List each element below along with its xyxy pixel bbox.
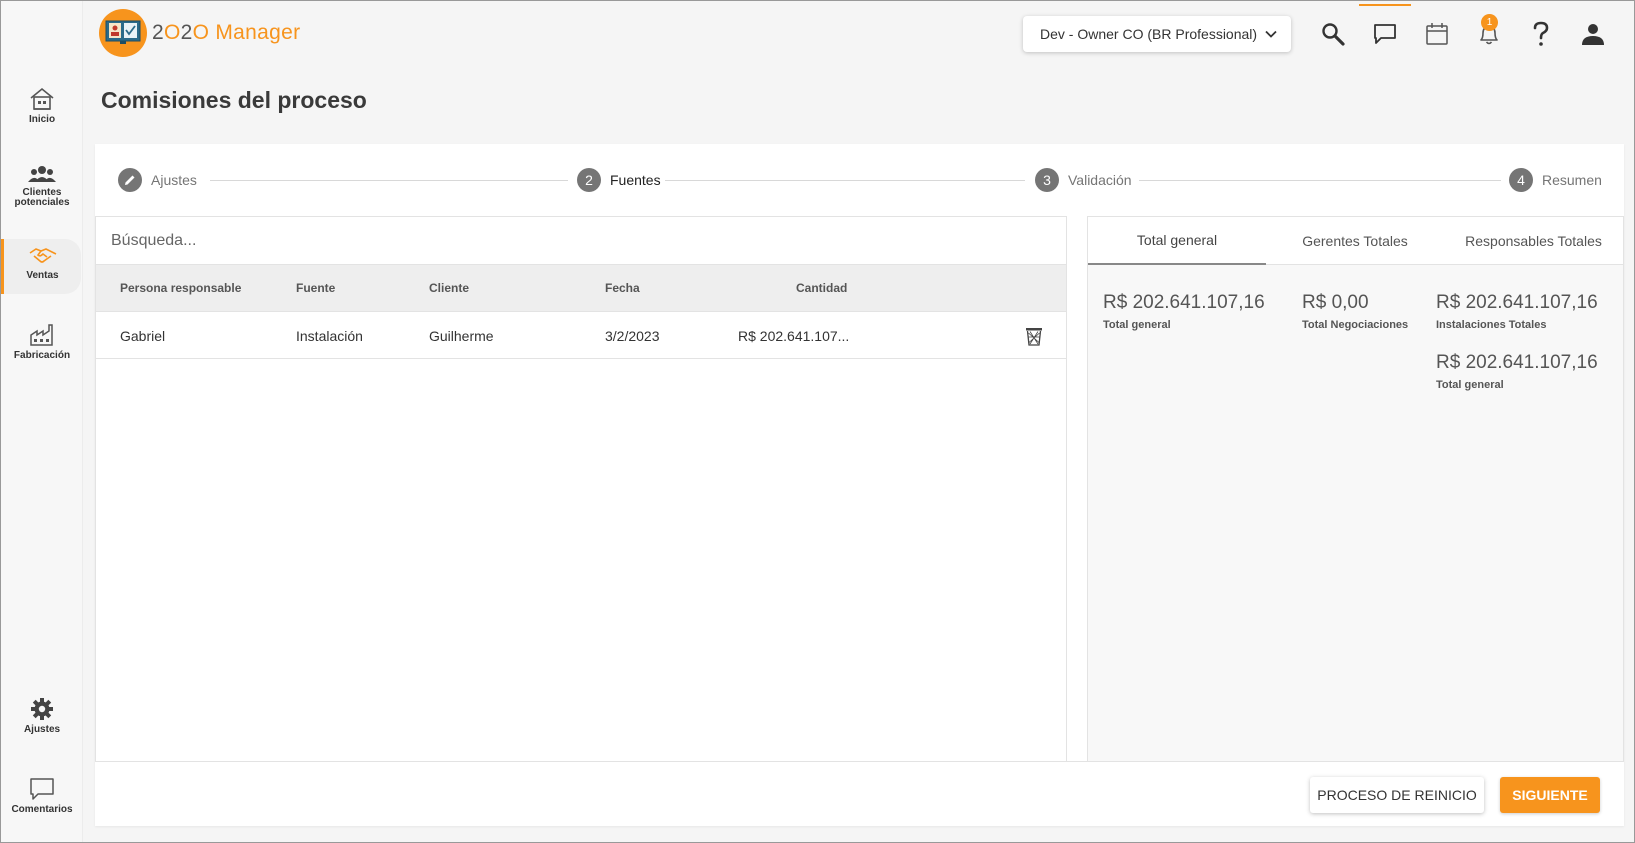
step-label: Fuentes (610, 172, 661, 188)
notification-badge: 1 (1481, 14, 1498, 31)
totals-panel: Total general Gerentes Totales Responsab… (1087, 216, 1624, 761)
sidebar-item-comentarios[interactable]: Comentarios (1, 777, 83, 815)
sidebar-item-label: Ventas (26, 270, 59, 281)
cell-fecha: 3/2/2023 (605, 328, 660, 344)
step-number: 3 (1035, 168, 1059, 192)
total-item: R$ 202.641.107,16 Instalaciones Totales (1436, 292, 1598, 331)
company-selector[interactable]: Dev - Owner CO (BR Professional) (1023, 16, 1291, 52)
cell-persona: Gabriel (120, 328, 166, 344)
handshake-icon (29, 245, 57, 267)
gear-icon (30, 697, 54, 721)
total-item: R$ 202.641.107,16 Total general (1436, 352, 1598, 391)
total-label: Instalaciones Totales (1436, 319, 1547, 331)
sidebar-item-inicio[interactable]: Inicio (1, 87, 83, 125)
process-card: Ajustes 2 Fuentes 3 Validación 4 Resumen… (95, 144, 1624, 826)
search-input[interactable] (96, 217, 1066, 265)
user-icon[interactable] (1578, 19, 1608, 49)
step-connector (210, 180, 568, 181)
tab-responsables-totales[interactable]: Responsables Totales (1444, 217, 1623, 265)
step-label: Resumen (1542, 172, 1602, 188)
step-resumen[interactable]: 4 Resumen (1509, 168, 1602, 192)
app-logo[interactable]: 2O2O Manager (99, 9, 300, 57)
factory-icon (29, 323, 55, 347)
logo-badge-icon (99, 9, 147, 57)
column-header[interactable]: Cliente (429, 281, 469, 295)
step-connector (1139, 180, 1501, 181)
cell-cantidad: R$ 202.641.107... (738, 328, 850, 344)
search-icon[interactable] (1318, 19, 1348, 49)
step-label: Ajustes (151, 172, 197, 188)
sidebar-item-label: Comentarios (11, 804, 73, 815)
step-fuentes[interactable]: 2 Fuentes (577, 168, 661, 192)
comment-icon (29, 777, 55, 801)
step-label: Validación (1068, 172, 1132, 188)
sidebar-item-ajustes[interactable]: Ajustes (1, 697, 83, 735)
step-ajustes[interactable]: Ajustes (118, 168, 197, 192)
total-item: R$ 202.641.107,16 Total general (1103, 292, 1265, 331)
column-header[interactable]: Fuente (296, 281, 335, 295)
total-label: Total general (1436, 379, 1504, 391)
chat-active-indicator (1359, 4, 1411, 6)
users-icon (28, 164, 56, 184)
help-icon[interactable] (1526, 19, 1556, 49)
sidebar-item-label: Fabricación (13, 350, 71, 361)
column-header[interactable]: Cantidad (796, 281, 847, 295)
sidebar: Inicio Clientes potenciales Ventas Fabri… (1, 1, 83, 842)
total-value: R$ 202.641.107,16 (1436, 292, 1598, 313)
table-row[interactable]: Gabriel Instalación Guilherme 3/2/2023 R… (96, 312, 1066, 359)
step-connector (665, 180, 1025, 181)
sidebar-item-ventas[interactable]: Ventas (1, 239, 81, 294)
cell-cliente: Guilherme (429, 328, 494, 344)
column-header[interactable]: Persona responsable (120, 281, 241, 295)
total-value: R$ 202.641.107,16 (1103, 292, 1265, 313)
app-name: 2O2O Manager (152, 21, 301, 44)
chevron-down-icon (1265, 27, 1277, 43)
sidebar-item-label: Clientes potenciales (14, 187, 70, 208)
total-label: Total general (1103, 319, 1171, 331)
next-button[interactable]: SIGUIENTE (1500, 777, 1600, 813)
chat-icon[interactable] (1370, 19, 1400, 49)
card-footer: PROCESO DE REINICIO SIGUIENTE (95, 761, 1624, 826)
step-number: 2 (577, 168, 601, 192)
reset-process-button[interactable]: PROCESO DE REINICIO (1310, 777, 1484, 813)
tab-gerentes-totales[interactable]: Gerentes Totales (1266, 217, 1444, 265)
tab-total-general[interactable]: Total general (1088, 217, 1266, 265)
total-label: Total Negociaciones (1302, 319, 1409, 331)
company-selector-value: Dev - Owner CO (BR Professional) (1040, 26, 1258, 42)
step-number: 4 (1509, 168, 1533, 192)
step-validacion[interactable]: 3 Validación (1035, 168, 1132, 192)
sidebar-item-label: Ajustes (23, 724, 61, 735)
cell-fuente: Instalación (296, 328, 363, 344)
total-value: R$ 0,00 (1302, 292, 1369, 313)
totals-tabs: Total general Gerentes Totales Responsab… (1088, 217, 1623, 265)
table-header: Persona responsable Fuente Cliente Fecha… (96, 265, 1066, 312)
pencil-icon (118, 168, 142, 192)
sidebar-item-clientes[interactable]: Clientes potenciales (1, 164, 83, 208)
sources-panel: Persona responsable Fuente Cliente Fecha… (95, 216, 1067, 761)
page-title: Comisiones del proceso (101, 87, 367, 113)
calendar-icon[interactable] (1422, 19, 1452, 49)
total-item: R$ 0,00 Total Negociaciones (1302, 292, 1408, 331)
sidebar-item-label: Inicio (28, 114, 56, 125)
trash-icon[interactable] (1024, 326, 1044, 351)
total-value: R$ 202.641.107,16 (1436, 352, 1598, 373)
house-icon (29, 87, 55, 111)
sidebar-item-fabricacion[interactable]: Fabricación (1, 323, 83, 361)
column-header[interactable]: Fecha (605, 281, 640, 295)
